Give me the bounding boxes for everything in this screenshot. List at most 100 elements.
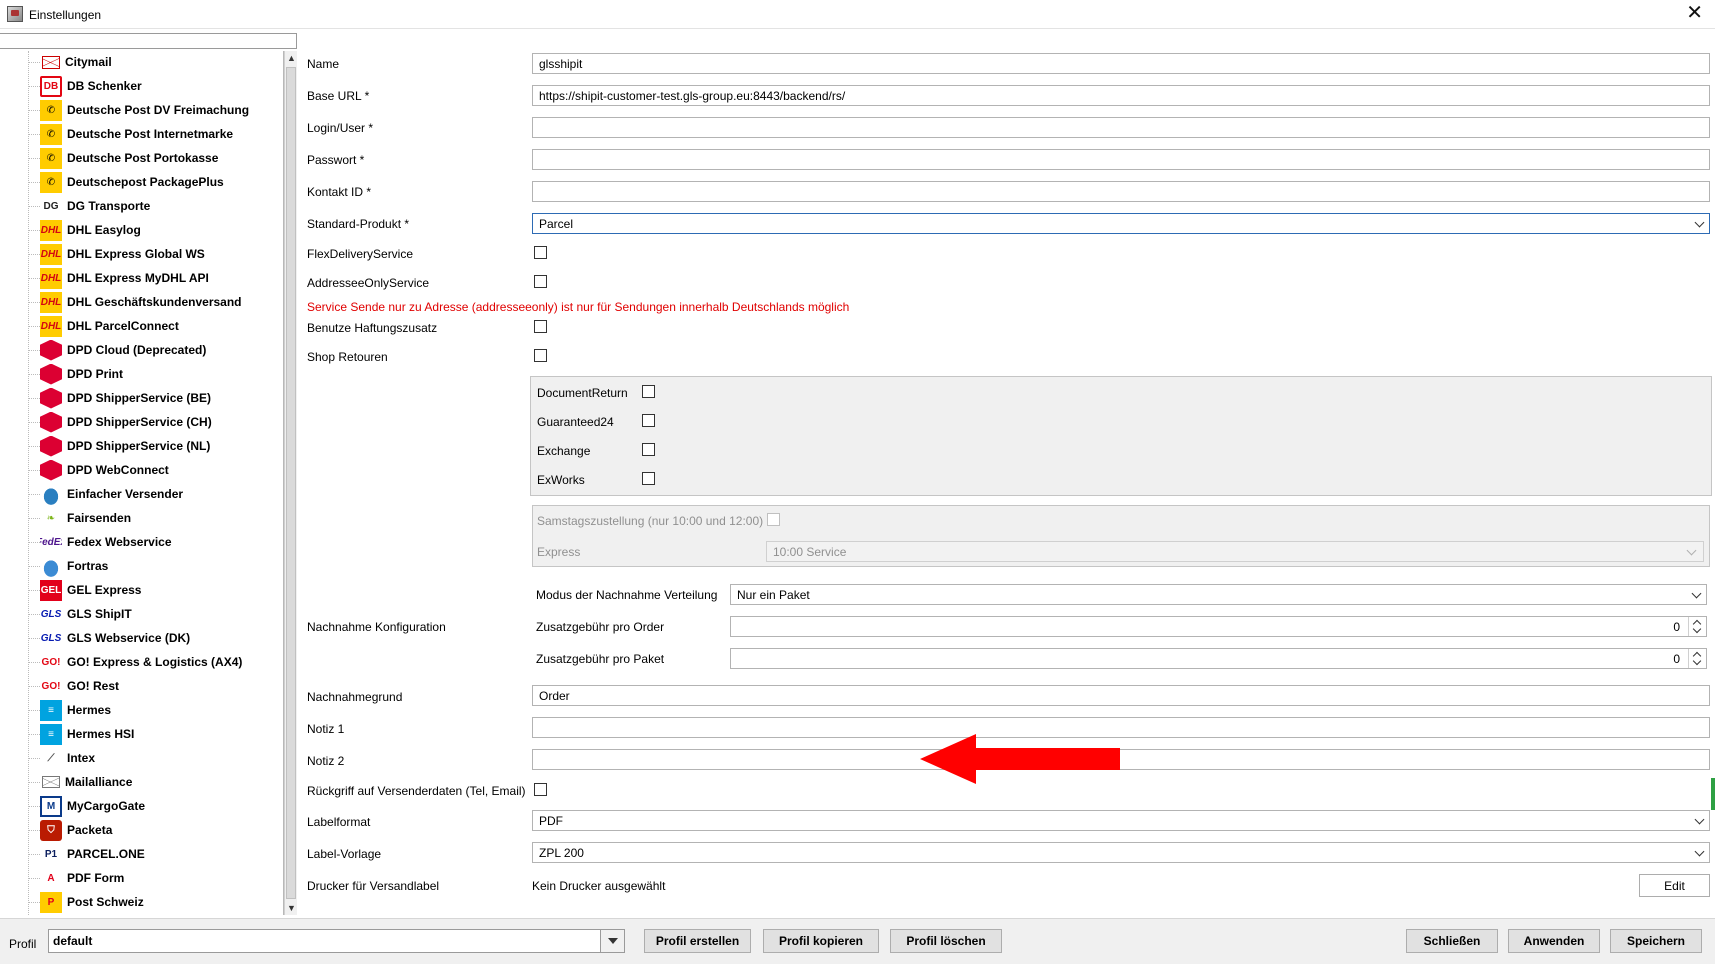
tree-item[interactable]: GO! GO! Express & Logistics (AX4) xyxy=(28,651,283,673)
tree-item[interactable]: ≡ Hermes HSI xyxy=(28,723,283,745)
tree-connector xyxy=(28,469,40,471)
tree-connector xyxy=(28,373,40,375)
tree-item[interactable]: DPD Cloud (Deprecated) xyxy=(28,339,283,361)
exchange-label: Exchange xyxy=(537,444,591,458)
contact-id-field[interactable] xyxy=(532,181,1710,202)
chevron-down-icon[interactable] xyxy=(600,930,624,952)
profile-select[interactable]: default xyxy=(48,929,625,953)
packeta-logo-icon: ⛉ xyxy=(40,819,62,841)
tree-scrollbar[interactable]: ▲ ▼ xyxy=(284,51,297,915)
tree-item[interactable]: DHL DHL Express Global WS xyxy=(28,243,283,265)
password-field[interactable] xyxy=(532,149,1710,170)
tree-item[interactable]: ✆ Deutsche Post DV Freimachung xyxy=(28,99,283,121)
fallback-checkbox[interactable] xyxy=(534,783,547,796)
tree-item[interactable]: GLS GLS ShipIT xyxy=(28,603,283,625)
tree-item[interactable]: ✆ Deutsche Post Internetmarke xyxy=(28,123,283,145)
docreturn-label: DocumentReturn xyxy=(537,386,628,400)
tree-connector xyxy=(28,205,40,207)
flex-checkbox[interactable] xyxy=(534,246,547,259)
cod-mode-select[interactable]: Nur ein Paket xyxy=(730,584,1707,605)
guaranteed-checkbox[interactable] xyxy=(642,414,655,427)
delete-profile-button[interactable]: Profil löschen xyxy=(890,929,1002,953)
tree-item[interactable]: ❧ Fairsenden xyxy=(28,507,283,529)
tree-item[interactable]: P1 PARCEL.ONE xyxy=(28,843,283,865)
labeltemplate-select[interactable]: ZPL 200 xyxy=(532,842,1710,863)
profile-value: default xyxy=(53,934,93,948)
baseurl-field[interactable]: https://shipit-customer-test.gls-group.e… xyxy=(532,85,1710,106)
saturday-checkbox[interactable] xyxy=(767,513,780,526)
tree-item[interactable]: Fortras xyxy=(28,555,283,577)
tree-item[interactable]: M MyCargoGate xyxy=(28,795,283,817)
tree-item[interactable]: DPD WebConnect xyxy=(28,459,283,481)
name-field[interactable]: glsshipit xyxy=(532,53,1710,74)
tree-item[interactable]: ✆ Deutsche Post Portokasse xyxy=(28,147,283,169)
tree-item[interactable]: DG DG Transporte xyxy=(28,195,283,217)
save-button[interactable]: Speichern xyxy=(1610,929,1702,953)
tree-item[interactable]: A PDF Form xyxy=(28,867,283,889)
tree-item[interactable]: DPD ShipperService (NL) xyxy=(28,435,283,457)
tree-connector xyxy=(28,853,40,855)
edit-printer-button[interactable]: Edit xyxy=(1639,874,1710,897)
exchange-checkbox[interactable] xyxy=(642,443,655,456)
cod-config-label: Nachnahme Konfiguration xyxy=(307,620,446,634)
create-profile-button[interactable]: Profil erstellen xyxy=(644,929,751,953)
tree-item[interactable]: Citymail xyxy=(28,51,283,73)
tree-item[interactable]: DHL DHL Express MyDHL API xyxy=(28,267,283,289)
tree-item-label: Deutsche Post DV Freimachung xyxy=(67,103,250,117)
password-label: Passwort * xyxy=(307,153,365,167)
tree-item[interactable]: ⛉ Packeta xyxy=(28,819,283,841)
tree-item-label: PARCEL.ONE xyxy=(67,847,145,861)
docreturn-checkbox[interactable] xyxy=(642,385,655,398)
tree-item-label: GEL Express xyxy=(67,583,142,597)
copy-profile-button[interactable]: Profil kopieren xyxy=(763,929,879,953)
tree-item[interactable]: GLS GLS Webservice (DK) xyxy=(28,627,283,649)
tree-item[interactable]: Mailalliance xyxy=(28,771,283,793)
tree-item[interactable]: Einfacher Versender xyxy=(28,483,283,505)
login-field[interactable] xyxy=(532,117,1710,138)
tree-item[interactable]: DHL DHL Geschäftskundenversand xyxy=(28,291,283,313)
tree-connector xyxy=(28,301,40,303)
product-select[interactable]: Parcel xyxy=(532,213,1710,234)
scroll-thumb[interactable] xyxy=(286,67,296,899)
tree-item-label: Citymail xyxy=(65,55,112,69)
tree-item[interactable]: DPD Print xyxy=(28,363,283,385)
liability-checkbox[interactable] xyxy=(534,320,547,333)
tree-item[interactable]: GO! GO! Rest xyxy=(28,675,283,697)
scroll-down-icon[interactable]: ▼ xyxy=(285,901,298,915)
tree-item[interactable]: GEL GEL Express xyxy=(28,579,283,601)
cod-reason-field[interactable]: Order xyxy=(532,685,1710,706)
tree-item[interactable]: P Post Schweiz xyxy=(28,891,283,913)
tree-item[interactable]: DHL DHL Easylog xyxy=(28,219,283,241)
tree-item-label: PDF Form xyxy=(67,871,125,885)
contact-id-label: Kontakt ID * xyxy=(307,185,372,199)
app-icon xyxy=(7,6,23,22)
fee-parcel-spinner[interactable]: 0 xyxy=(730,648,1707,669)
close-icon[interactable]: ✕ xyxy=(1686,3,1703,23)
tree-item[interactable]: DB DB Schenker xyxy=(28,75,283,97)
fee-parcel-value: 0 xyxy=(1673,652,1680,666)
labelformat-select[interactable]: PDF xyxy=(532,810,1710,831)
dpd-cube-icon xyxy=(40,411,62,433)
fee-order-spinner[interactable]: 0 xyxy=(730,616,1707,637)
scroll-up-icon[interactable]: ▲ xyxy=(285,51,298,65)
exworks-checkbox[interactable] xyxy=(642,472,655,485)
express-select[interactable]: 10:00 Service xyxy=(766,541,1704,562)
go-logo-icon: GO! xyxy=(41,680,61,692)
spinner-arrows-icon[interactable] xyxy=(1688,649,1706,668)
apply-button[interactable]: Anwenden xyxy=(1508,929,1600,953)
tree-item-label: DHL Geschäftskundenversand xyxy=(67,295,242,309)
pdf-icon: A xyxy=(47,872,55,884)
tree-item[interactable]: DPD ShipperService (CH) xyxy=(28,411,283,433)
tree-item[interactable]: DHL DHL ParcelConnect xyxy=(28,315,283,337)
shopreturn-checkbox[interactable] xyxy=(534,349,547,362)
tree-item[interactable]: ✆ Deutschepost PackagePlus xyxy=(28,171,283,193)
spinner-arrows-icon[interactable] xyxy=(1688,617,1706,636)
tree-item[interactable]: ⟋ Intex xyxy=(28,747,283,769)
cod-reason-label: Nachnahmegrund xyxy=(307,690,403,704)
addressee-checkbox[interactable] xyxy=(534,275,547,288)
close-button[interactable]: Schließen xyxy=(1406,929,1498,953)
tree-item[interactable]: ≡ Hermes xyxy=(28,699,283,721)
tree-item[interactable]: FedEx Fedex Webservice xyxy=(28,531,283,553)
tree-filter-input[interactable] xyxy=(0,33,297,49)
tree-item[interactable]: DPD ShipperService (BE) xyxy=(28,387,283,409)
